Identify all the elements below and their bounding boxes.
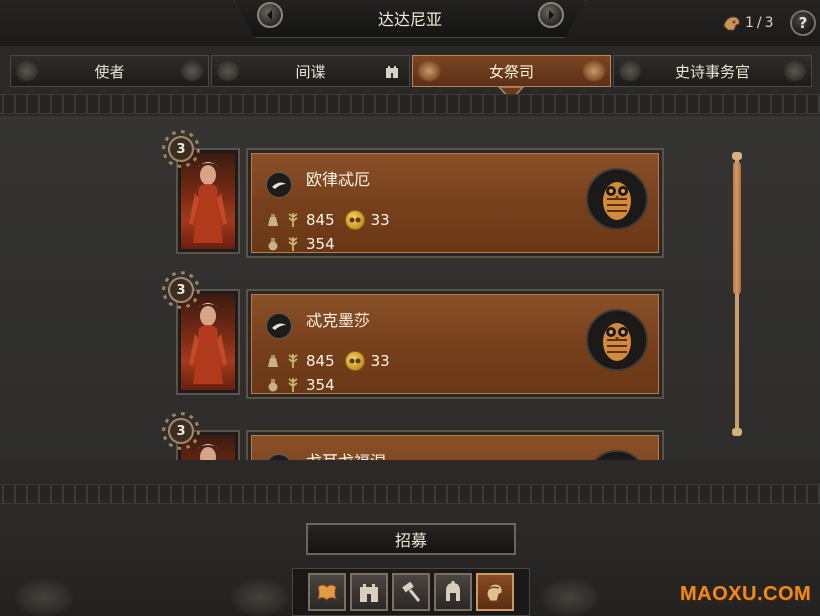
- stat-line-secondary: 354: [266, 234, 335, 254]
- scroll-cap-top: [732, 152, 742, 160]
- tab-epic-official[interactable]: 史诗事务官: [613, 55, 812, 87]
- map-button[interactable]: [308, 573, 346, 611]
- rank-value: 3: [176, 141, 186, 157]
- tab-priestess[interactable]: 女祭司: [412, 55, 611, 87]
- agent-head-icon: [486, 583, 503, 602]
- owl-emblem-icon: [586, 450, 648, 460]
- agent-name: 欧律忒厄: [306, 170, 371, 189]
- scroll-cap-bottom: [732, 428, 742, 436]
- agent-type-tabs: 使者 间谍 女祭司 史诗事务官: [10, 55, 812, 87]
- priestess-portrait-icon: [181, 294, 235, 390]
- scrollbar[interactable]: [732, 152, 742, 436]
- stat-primary-value: 845: [306, 211, 335, 229]
- ornament-icon: [15, 60, 39, 82]
- tab-envoy[interactable]: 使者: [10, 55, 209, 87]
- bottom-toolbar: [292, 568, 530, 616]
- owl-emblem-icon: [586, 168, 648, 230]
- ornament-icon: [216, 60, 240, 82]
- hammer-icon: [402, 581, 421, 602]
- tab-label: 史诗事务官: [674, 62, 750, 81]
- help-button[interactable]: ?: [790, 10, 816, 36]
- wheat-icon: [286, 236, 300, 252]
- agent-row[interactable]: 3 忒克墨莎 845 33 354: [162, 263, 666, 399]
- map-icon: [317, 584, 337, 601]
- ornament-icon: [180, 60, 204, 82]
- bag-icon: [266, 236, 280, 252]
- stat-secondary-value: 354: [306, 235, 335, 253]
- ornament-icon: [618, 60, 642, 82]
- agent-card[interactable]: 欧律忒厄 845 33 354: [246, 148, 664, 258]
- fortress-icon: [360, 584, 378, 602]
- rank-value: 3: [176, 282, 186, 298]
- rank-value: 3: [176, 423, 186, 439]
- next-faction-button[interactable]: [538, 2, 564, 28]
- tab-label: 间谍: [295, 62, 326, 81]
- agent-count-icon: [722, 14, 742, 32]
- ornament-icon: [230, 578, 290, 616]
- role-icon: [266, 454, 292, 460]
- gold-icon: [344, 210, 365, 230]
- priestess-portrait-icon: [181, 153, 235, 249]
- role-icon: [266, 313, 292, 339]
- stat-gold-value: 33: [370, 211, 390, 229]
- rank-badge: 3: [166, 275, 196, 305]
- sack-icon: [266, 212, 280, 228]
- scroll-thumb[interactable]: [733, 162, 741, 294]
- fortress-button[interactable]: [350, 573, 388, 611]
- page-counter: 1 / 3: [722, 12, 774, 34]
- helmet-icon: [446, 581, 460, 601]
- agent-row[interactable]: 3 欧律忒厄 845 33 354: [162, 122, 666, 258]
- chevron-left-icon: [267, 10, 272, 20]
- greek-key-border: [0, 94, 820, 114]
- rank-badge: 3: [166, 416, 196, 446]
- wheat-icon: [286, 353, 300, 369]
- tab-label: 使者: [94, 62, 125, 81]
- agent-name: 戈耳戈福涅: [306, 448, 386, 460]
- page-current: 1: [745, 15, 754, 31]
- ornament-icon: [417, 60, 441, 82]
- stat-primary-value: 845: [306, 352, 335, 370]
- ornament-icon: [540, 578, 600, 616]
- agent-name: 忒克墨莎: [306, 311, 371, 330]
- bag-icon: [266, 377, 280, 393]
- agents-button[interactable]: [476, 573, 514, 611]
- stat-line-primary: 845 33: [266, 351, 390, 371]
- ornament-icon: [783, 60, 807, 82]
- wheat-icon: [286, 377, 300, 393]
- hammer-button[interactable]: [392, 573, 430, 611]
- stat-gold-value: 33: [370, 352, 390, 370]
- greek-key-border: [0, 484, 820, 504]
- chevron-right-icon: [549, 10, 554, 20]
- stat-line-secondary: 354: [266, 375, 335, 395]
- tab-spy[interactable]: 间谍: [211, 55, 410, 87]
- watermark: MAOXU.COM: [680, 583, 812, 605]
- stat-line-primary: 845 33: [266, 210, 390, 230]
- faction-title: 达达尼亚: [377, 10, 442, 29]
- agent-list[interactable]: 3 欧律忒厄 845 33 354 3 忒克墨莎 845 33 354 3: [0, 116, 820, 460]
- sack-icon: [266, 353, 280, 369]
- gold-icon: [344, 351, 365, 371]
- role-icon: [266, 172, 292, 198]
- agent-card[interactable]: 忒克墨莎 845 33 354: [246, 289, 664, 399]
- wheat-icon: [286, 212, 300, 228]
- recruit-button[interactable]: 招募: [306, 523, 516, 555]
- castle-icon: [383, 62, 401, 80]
- rank-badge: 3: [166, 134, 196, 164]
- previous-faction-button[interactable]: [257, 2, 283, 28]
- helmet-button[interactable]: [434, 573, 472, 611]
- tab-label: 女祭司: [488, 62, 534, 81]
- agent-row[interactable]: 3 戈耳戈福涅: [162, 404, 666, 460]
- ornament-icon: [14, 578, 74, 616]
- ornament-icon: [582, 60, 606, 82]
- page-separator: /: [756, 15, 762, 31]
- stat-secondary-value: 354: [306, 376, 335, 394]
- owl-emblem-icon: [586, 309, 648, 371]
- agent-card[interactable]: 戈耳戈福涅: [246, 430, 664, 460]
- page-total: 3: [764, 15, 774, 31]
